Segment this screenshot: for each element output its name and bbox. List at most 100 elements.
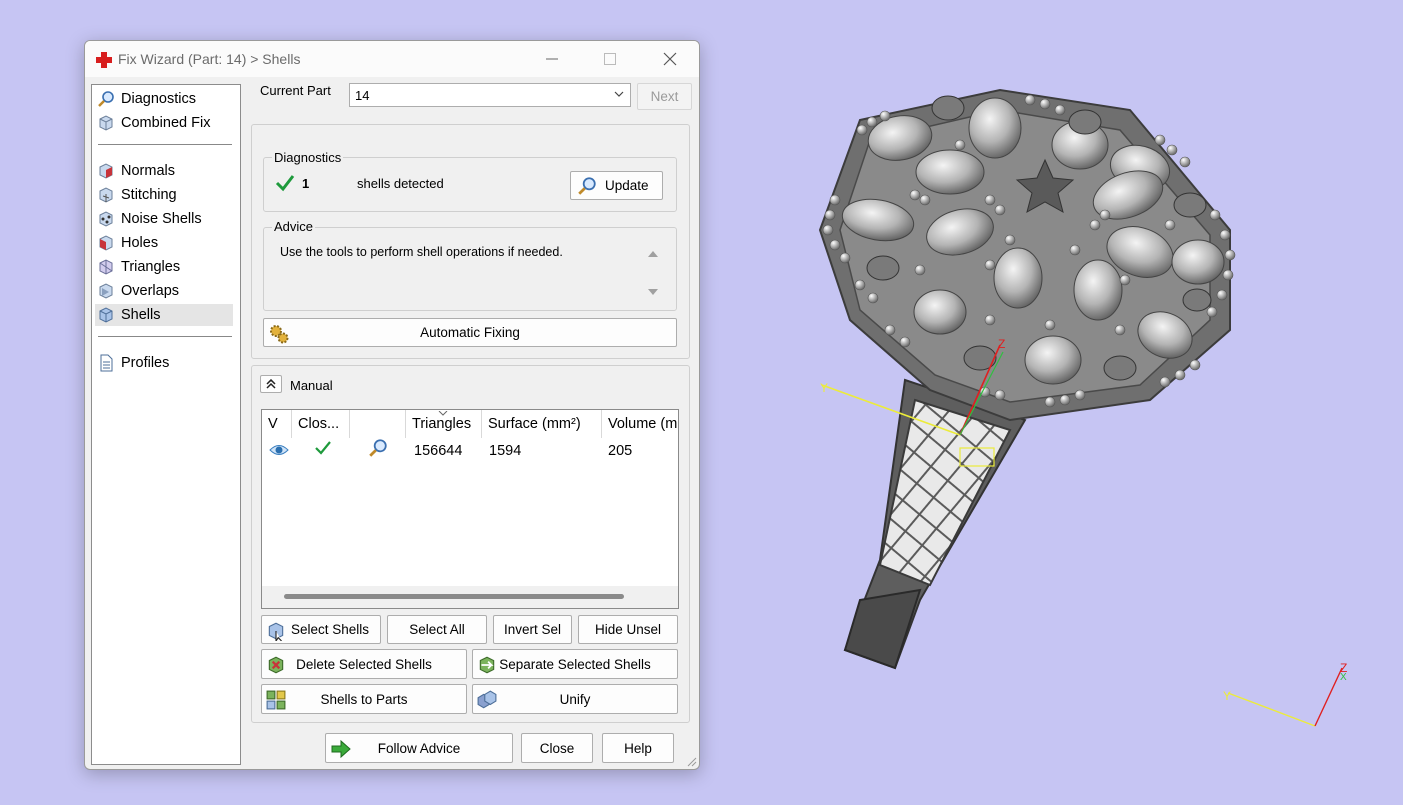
chevron-down-icon bbox=[614, 91, 624, 97]
noise-cube-icon bbox=[99, 211, 113, 227]
delete-selected-shells-button[interactable]: Delete Selected Shells bbox=[261, 649, 467, 679]
sidebar-item-label: Holes bbox=[121, 235, 159, 251]
next-button[interactable]: Next bbox=[637, 83, 692, 110]
column-header-surface[interactable]: Surface (mm²) bbox=[482, 410, 602, 438]
double-chevron-up-icon bbox=[266, 379, 276, 389]
horizontal-scrollbar[interactable] bbox=[262, 586, 678, 608]
separate-selected-shells-button[interactable]: Separate Selected Shells bbox=[472, 649, 678, 679]
minimize-button[interactable] bbox=[529, 45, 575, 73]
window-title: Fix Wizard (Part: 14) > Shells bbox=[118, 51, 301, 67]
manual-label: Manual bbox=[290, 378, 333, 393]
stitching-cube-icon bbox=[99, 187, 113, 203]
axis-triad: Y Z X bbox=[1223, 661, 1347, 727]
ring-model bbox=[818, 88, 1236, 670]
update-button[interactable]: Update bbox=[570, 171, 663, 200]
current-part-label: Current Part bbox=[260, 83, 331, 98]
sidebar-separator bbox=[98, 336, 232, 337]
gizmo-z-label: Z bbox=[998, 337, 1005, 351]
axis-y-label: Y bbox=[1223, 689, 1231, 703]
sidebar-item-shells[interactable]: Shells bbox=[95, 304, 233, 326]
document-icon bbox=[100, 354, 113, 372]
column-header-action[interactable] bbox=[350, 410, 406, 438]
unify-button[interactable]: Unify bbox=[472, 684, 678, 714]
sidebar-item-label: Combined Fix bbox=[121, 115, 211, 131]
cube-icon bbox=[99, 115, 113, 131]
current-part-select[interactable]: 14 bbox=[349, 83, 631, 107]
automatic-fixing-label: Automatic Fixing bbox=[420, 325, 520, 340]
select-cube-icon bbox=[268, 622, 284, 641]
close-icon bbox=[663, 52, 677, 66]
shells-to-parts-button[interactable]: Shells to Parts bbox=[261, 684, 467, 714]
diagnostics-title: Diagnostics bbox=[272, 150, 344, 165]
title-bar[interactable]: Fix Wizard (Part: 14) > Shells bbox=[85, 41, 699, 77]
cell-surface: 1594 bbox=[489, 443, 522, 459]
cell-volume: 205 bbox=[608, 443, 633, 459]
current-part-value: 14 bbox=[355, 87, 370, 103]
sidebar-item-label: Stitching bbox=[121, 187, 177, 203]
select-shells-label: Select Shells bbox=[290, 622, 370, 637]
holes-cube-icon bbox=[99, 235, 113, 251]
help-button[interactable]: Help bbox=[602, 733, 674, 763]
sidebar-item-diagnostics[interactable]: Diagnostics bbox=[95, 88, 233, 110]
collapse-manual-button[interactable] bbox=[260, 375, 282, 393]
resize-grip-icon[interactable] bbox=[685, 755, 697, 767]
sidebar-item-label: Shells bbox=[121, 307, 161, 323]
sidebar-item-stitching[interactable]: Stitching bbox=[95, 184, 233, 206]
update-label: Update bbox=[605, 178, 649, 193]
close-window-button[interactable] bbox=[647, 45, 693, 73]
delete-cube-icon bbox=[268, 656, 284, 674]
select-shells-button[interactable]: Select Shells bbox=[261, 615, 381, 644]
parts-cubes-icon bbox=[266, 690, 286, 710]
magnifier-icon[interactable] bbox=[368, 438, 388, 458]
fix-wizard-dialog: Fix Wizard (Part: 14) > Shells Diagnosti… bbox=[84, 40, 700, 770]
normals-cube-icon bbox=[99, 163, 113, 179]
invert-selection-button[interactable]: Invert Sel bbox=[493, 615, 572, 644]
overlaps-cube-icon bbox=[99, 283, 113, 299]
column-header-volume[interactable]: Volume (m bbox=[602, 410, 678, 438]
sidebar-item-normals[interactable]: Normals bbox=[95, 160, 233, 182]
advice-scrollbar[interactable] bbox=[647, 249, 659, 297]
automatic-fixing-button[interactable]: Automatic Fixing bbox=[263, 318, 677, 347]
sidebar-item-noise-shells[interactable]: Noise Shells bbox=[95, 208, 233, 230]
scrollbar-thumb[interactable] bbox=[284, 594, 624, 599]
maximize-button[interactable] bbox=[587, 45, 633, 73]
shells-cube-icon bbox=[99, 307, 113, 323]
shells-to-parts-label: Shells to Parts bbox=[320, 691, 408, 707]
check-icon bbox=[315, 441, 331, 455]
shells-table[interactable]: V Clos... Triangles Surface (mm²) Volume… bbox=[261, 409, 679, 609]
sidebar-item-profiles[interactable]: Profiles bbox=[95, 352, 233, 374]
sidebar-item-overlaps[interactable]: Overlaps bbox=[95, 280, 233, 302]
advice-text: Use the tools to perform shell operation… bbox=[280, 245, 563, 259]
advice-title: Advice bbox=[272, 219, 316, 234]
diagnostics-text: shells detected bbox=[357, 176, 444, 191]
column-header-visible[interactable]: V bbox=[262, 410, 292, 438]
sidebar-item-triangles[interactable]: Triangles bbox=[95, 256, 233, 278]
sidebar-item-label: Diagnostics bbox=[121, 91, 196, 107]
red-cross-icon bbox=[96, 52, 112, 68]
delete-selected-label: Delete Selected Shells bbox=[296, 656, 432, 672]
shell-count: 1 bbox=[302, 176, 310, 191]
axis-x-label: X bbox=[1340, 672, 1347, 683]
hide-unselected-button[interactable]: Hide Unsel bbox=[578, 615, 678, 644]
sidebar-item-label: Triangles bbox=[121, 259, 181, 275]
unify-label: Unify bbox=[559, 691, 591, 707]
sidebar-item-holes[interactable]: Holes bbox=[95, 232, 233, 254]
gears-icon bbox=[270, 325, 289, 344]
follow-advice-button[interactable]: Follow Advice bbox=[325, 733, 513, 763]
maximize-icon bbox=[604, 53, 616, 65]
sidebar-item-label: Profiles bbox=[121, 355, 170, 371]
magnifier-icon bbox=[98, 91, 114, 107]
arrow-right-icon bbox=[331, 739, 351, 759]
check-icon bbox=[275, 175, 295, 192]
sidebar: Diagnostics Combined Fix Normals Stitchi… bbox=[91, 84, 241, 765]
sidebar-item-combined-fix[interactable]: Combined Fix bbox=[95, 112, 233, 134]
select-all-button[interactable]: Select All bbox=[387, 615, 487, 644]
close-button[interactable]: Close bbox=[521, 733, 593, 763]
sidebar-separator bbox=[98, 144, 232, 145]
sort-indicator-icon bbox=[438, 411, 448, 416]
gizmo-y-label: Y bbox=[820, 381, 828, 395]
eye-icon[interactable] bbox=[269, 440, 289, 460]
column-header-closed[interactable]: Clos... bbox=[292, 410, 350, 438]
sidebar-item-label: Noise Shells bbox=[121, 211, 202, 227]
follow-advice-label: Follow Advice bbox=[377, 740, 461, 756]
